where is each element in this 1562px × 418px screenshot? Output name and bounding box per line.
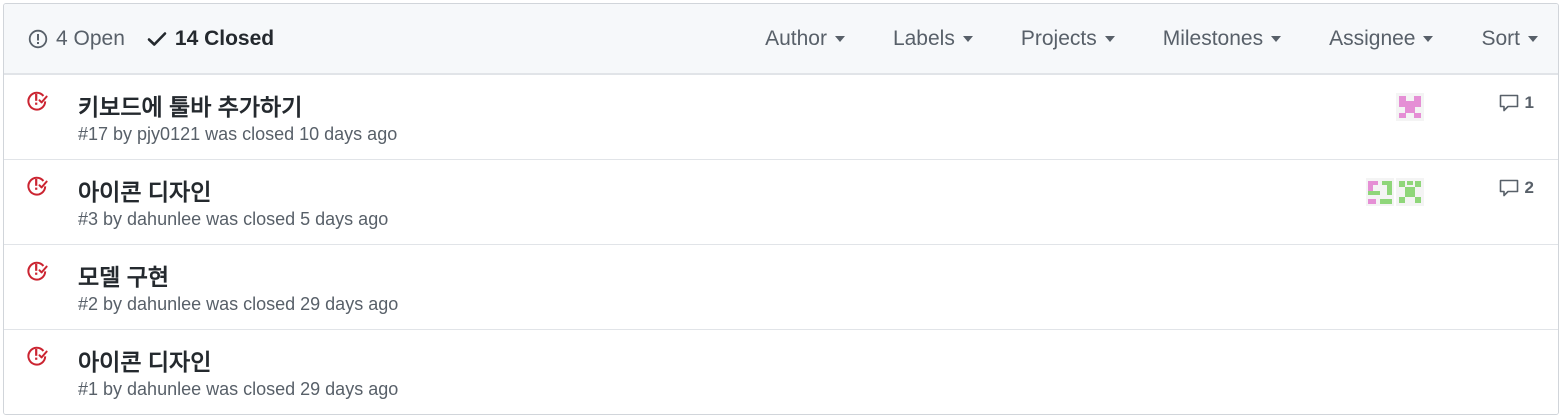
comments-link[interactable]: 2 bbox=[1498, 178, 1534, 198]
caret-down-icon bbox=[834, 36, 845, 42]
issue-meta: #1 by dahunlee was closed 29 days ago bbox=[78, 379, 399, 399]
comment-count: 2 bbox=[1524, 178, 1534, 197]
open-issues-link[interactable]: 4 Open bbox=[28, 27, 125, 51]
issues-list-header: 4 Open 14 Closed Author Labels Projects bbox=[4, 4, 1558, 74]
filter-bar: Author Labels Projects Milestones Assign… bbox=[765, 4, 1538, 74]
caret-down-icon bbox=[1104, 36, 1115, 42]
caret-down-icon bbox=[1423, 36, 1434, 42]
projects-filter[interactable]: Projects bbox=[1021, 27, 1115, 51]
issue-closed-icon bbox=[27, 346, 48, 366]
check-icon bbox=[147, 32, 167, 46]
projects-filter-label: Projects bbox=[1020, 27, 1097, 50]
assignee-avatars bbox=[1396, 93, 1424, 121]
caret-down-icon bbox=[962, 36, 973, 42]
milestones-filter-label: Milestones bbox=[1162, 27, 1264, 50]
issue-title-link[interactable]: 아이콘 디자인 bbox=[78, 343, 211, 377]
issue-row: 아이콘 디자인 #1 by dahunlee was closed 29 day… bbox=[4, 329, 1558, 414]
caret-down-icon bbox=[1271, 36, 1282, 42]
issue-title-link[interactable]: 아이콘 디자인 bbox=[78, 173, 211, 207]
issue-state-toggle: 4 Open 14 Closed bbox=[28, 4, 296, 74]
issue-closed-icon bbox=[27, 176, 48, 196]
author-filter-label: Author bbox=[765, 27, 827, 50]
issue-open-icon bbox=[28, 29, 48, 49]
labels-filter[interactable]: Labels bbox=[893, 27, 973, 51]
author-filter[interactable]: Author bbox=[765, 27, 845, 51]
issue-meta: #3 by dahunlee was closed 5 days ago bbox=[78, 209, 389, 229]
sort-filter[interactable]: Sort bbox=[1481, 27, 1538, 51]
open-issues-label: 4 Open bbox=[56, 27, 125, 50]
avatar[interactable] bbox=[1396, 178, 1424, 206]
comments-link[interactable]: 1 bbox=[1498, 93, 1534, 113]
avatar[interactable] bbox=[1366, 178, 1394, 206]
issue-meta: #17 by pjy0121 was closed 10 days ago bbox=[78, 124, 398, 144]
labels-filter-label: Labels bbox=[892, 27, 955, 50]
assignee-filter[interactable]: Assignee bbox=[1329, 27, 1434, 51]
issue-row: 아이콘 디자인 #3 by dahunlee was closed 5 days… bbox=[4, 159, 1558, 244]
comment-icon bbox=[1499, 94, 1518, 112]
issue-row: 모델 구현 #2 by dahunlee was closed 29 days … bbox=[4, 244, 1558, 329]
avatar[interactable] bbox=[1396, 93, 1424, 121]
issue-row: 키보드에 툴바 추가하기 #17 by pjy0121 was closed 1… bbox=[4, 74, 1558, 159]
assignee-filter-label: Assignee bbox=[1329, 27, 1416, 50]
closed-issues-link[interactable]: 14 Closed bbox=[147, 27, 274, 51]
issue-meta: #2 by dahunlee was closed 29 days ago bbox=[78, 294, 399, 314]
issues-list-box: 4 Open 14 Closed Author Labels Projects bbox=[3, 3, 1559, 415]
closed-issues-label: 14 Closed bbox=[174, 27, 275, 50]
milestones-filter[interactable]: Milestones bbox=[1162, 27, 1282, 51]
assignee-avatars bbox=[1366, 178, 1424, 206]
sort-filter-label: Sort bbox=[1481, 27, 1520, 50]
comment-count: 1 bbox=[1524, 93, 1534, 112]
issue-title-link[interactable]: 키보드에 툴바 추가하기 bbox=[78, 88, 302, 122]
issue-closed-icon bbox=[27, 91, 48, 111]
caret-down-icon bbox=[1528, 36, 1538, 42]
issue-title-link[interactable]: 모델 구현 bbox=[78, 258, 169, 292]
comment-icon bbox=[1499, 179, 1518, 197]
issue-closed-icon bbox=[27, 261, 48, 281]
